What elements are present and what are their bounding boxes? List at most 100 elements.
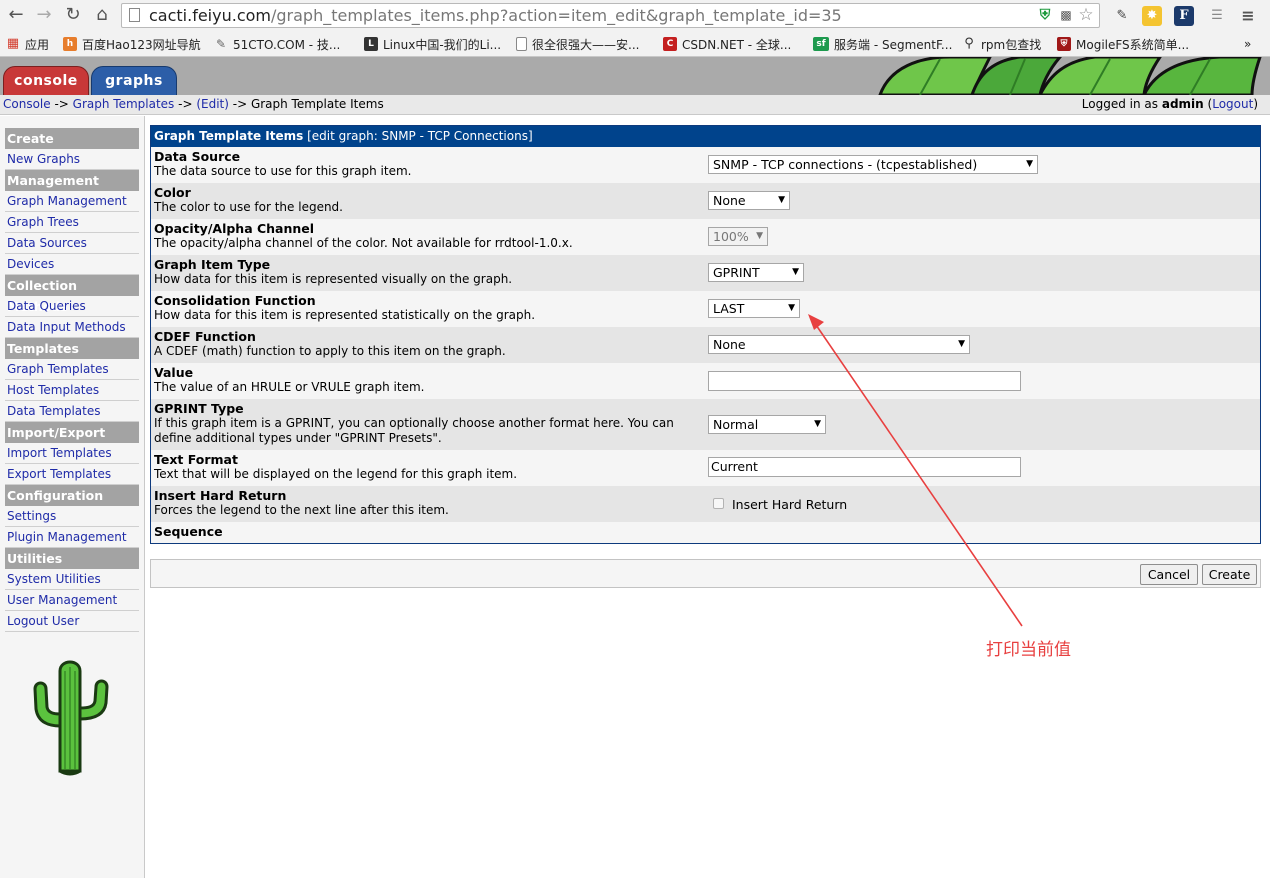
opacity-select[interactable]: 100% ▼ <box>708 227 768 246</box>
dropdown-arrow-icon: ▼ <box>814 419 821 429</box>
sidebar-item-data-input-methods[interactable]: Data Input Methods <box>5 317 139 338</box>
row-consolidation-function: Consolidation Function How data for this… <box>151 291 1260 327</box>
sidebar-item-graph-management[interactable]: Graph Management <box>5 191 139 212</box>
forward-icon[interactable]: → <box>32 4 56 26</box>
sidebar-item-logout-user[interactable]: Logout User <box>5 611 139 632</box>
data-source-select[interactable]: SNMP - TCP connections - (tcpestablished… <box>708 155 1038 174</box>
field-description: The value of an HRULE or VRULE graph ite… <box>154 380 425 394</box>
sidebar-item-export-templates[interactable]: Export Templates <box>5 464 139 485</box>
translate-extension-icon[interactable]: ☰ <box>1206 5 1228 27</box>
text-format-input[interactable]: Current <box>708 457 1021 477</box>
bookmark-mogilefs[interactable]: ⛨ MogileFS系统简单... <box>1057 34 1189 54</box>
field-label: CDEF Function <box>154 329 256 344</box>
field-description: The color to use for the legend. <box>154 200 343 214</box>
select-value: None <box>713 337 746 352</box>
sidebar-item-user-management[interactable]: User Management <box>5 590 139 611</box>
wrench-extension-icon[interactable]: ✎ <box>1111 5 1133 27</box>
field-label: GPRINT Type <box>154 401 244 416</box>
sun-extension-icon[interactable]: ✸ <box>1142 6 1162 26</box>
field-description: The data source to use for this graph it… <box>154 164 412 178</box>
page-icon <box>516 37 527 51</box>
row-graph-item-type: Graph Item Type How data for this item i… <box>151 255 1260 291</box>
shield-icon: ⛨ <box>1057 37 1071 51</box>
bookmark-label: MogileFS系统简单... <box>1076 37 1190 52</box>
cactus-header-art <box>860 57 1270 95</box>
bookmark-linuxcn[interactable]: L Linux中国-我们的Li... <box>364 34 501 54</box>
form-title: Graph Template Items <box>154 129 304 143</box>
reload-icon[interactable]: ↻ <box>61 4 85 26</box>
login-info: Logged in as admin (Logout) <box>1081 97 1258 111</box>
menu-section-import-export: Import/Export <box>5 422 139 443</box>
sidebar-item-graph-trees[interactable]: Graph Trees <box>5 212 139 233</box>
row-value: Value The value of an HRULE or VRULE gra… <box>151 363 1260 399</box>
select-value: Normal <box>713 417 759 432</box>
bookmark-label: 应用 <box>25 37 50 52</box>
breadcrumb-graph-templates-link[interactable]: Graph Templates <box>73 97 175 111</box>
create-button[interactable]: Create <box>1202 564 1257 585</box>
bookmark-hao123[interactable]: h 百度Hao123网址导航 <box>63 34 201 54</box>
sidebar-item-new-graphs[interactable]: New Graphs <box>5 149 139 170</box>
tab-console[interactable]: console <box>3 66 89 95</box>
translate-icon[interactable]: ▩ <box>1057 6 1075 24</box>
sidebar-item-graph-templates[interactable]: Graph Templates <box>5 359 139 380</box>
bookmark-51cto[interactable]: ✎ 51CTO.COM - 技... <box>214 34 340 54</box>
menu-icon[interactable]: ≡ <box>1237 5 1259 27</box>
cdef-function-select[interactable]: None ▼ <box>708 335 970 354</box>
sidebar-item-plugin-management[interactable]: Plugin Management <box>5 527 139 548</box>
bookmark-csdn[interactable]: C CSDN.NET - 全球... <box>663 34 791 54</box>
bookmark-rpm[interactable]: ⚲ rpm包查找 <box>962 34 1041 54</box>
menu-section-management: Management <box>5 170 139 191</box>
annotation-label: 打印当前值 <box>986 640 1071 660</box>
field-description: A CDEF (math) function to apply to this … <box>154 344 506 358</box>
breadcrumb-current: Graph Template Items <box>250 97 384 111</box>
sidebar-item-settings[interactable]: Settings <box>5 506 139 527</box>
bookmark-page[interactable]: 很全很强大——安... <box>516 34 639 54</box>
breadcrumb-console-link[interactable]: Console <box>3 97 51 111</box>
sidebar-item-data-templates[interactable]: Data Templates <box>5 401 139 422</box>
row-data-source: Data Source The data source to use for t… <box>151 147 1260 183</box>
back-icon[interactable]: ← <box>4 4 28 26</box>
bookmarks-bar: ▦ 应用 h 百度Hao123网址导航 ✎ 51CTO.COM - 技... L… <box>0 32 1270 56</box>
bookmark-star-icon[interactable]: ☆ <box>1077 6 1095 24</box>
consolidation-function-select[interactable]: LAST ▼ <box>708 299 800 318</box>
sidebar-item-data-queries[interactable]: Data Queries <box>5 296 139 317</box>
breadcrumb-bar: Console -> Graph Templates -> (Edit) -> … <box>0 95 1270 115</box>
field-label: Insert Hard Return <box>154 488 287 503</box>
graph-item-type-select[interactable]: GPRINT ▼ <box>708 263 804 282</box>
sidebar-item-import-templates[interactable]: Import Templates <box>5 443 139 464</box>
row-cdef-function: CDEF Function A CDEF (math) function to … <box>151 327 1260 363</box>
color-select[interactable]: None ▼ <box>708 191 790 210</box>
sidebar-item-system-utilities[interactable]: System Utilities <box>5 569 139 590</box>
bookmarks-overflow-button[interactable]: » <box>1244 34 1251 54</box>
select-value: LAST <box>713 301 745 316</box>
linuxcn-icon: L <box>364 37 378 51</box>
bookmark-apps[interactable]: ▦ 应用 <box>6 34 49 54</box>
select-value: GPRINT <box>713 265 760 280</box>
insert-hard-return-checkbox[interactable] <box>713 498 724 509</box>
bookmark-label: rpm包查找 <box>981 37 1042 52</box>
address-bar[interactable]: cacti.feiyu.com/graph_templates_items.ph… <box>121 3 1100 28</box>
f-extension-icon[interactable]: F <box>1174 6 1194 26</box>
sidebar-item-host-templates[interactable]: Host Templates <box>5 380 139 401</box>
form-title-bar: Graph Template Items [edit graph: SNMP -… <box>151 126 1260 147</box>
form-action-bar: Cancel Create <box>150 559 1261 588</box>
cancel-button[interactable]: Cancel <box>1140 564 1198 585</box>
value-input[interactable] <box>708 371 1021 391</box>
row-text-format: Text Format Text that will be displayed … <box>151 450 1260 486</box>
sidebar-item-devices[interactable]: Devices <box>5 254 139 275</box>
home-icon[interactable]: ⌂ <box>90 4 114 26</box>
gprint-type-select[interactable]: Normal ▼ <box>708 415 826 434</box>
tab-graphs[interactable]: graphs <box>91 66 177 95</box>
login-prefix: Logged in as <box>1081 97 1162 111</box>
logout-link[interactable]: Logout <box>1212 97 1253 111</box>
row-opacity: Opacity/Alpha Channel The opacity/alpha … <box>151 219 1260 255</box>
breadcrumb: Console -> Graph Templates -> (Edit) -> … <box>3 97 384 111</box>
select-value: None <box>713 193 746 208</box>
bookmark-segmentfault[interactable]: sf 服务端 - SegmentF... <box>813 34 952 54</box>
sidebar-item-data-sources[interactable]: Data Sources <box>5 233 139 254</box>
apps-grid-icon: ▦ <box>6 36 20 51</box>
dropdown-arrow-icon: ▼ <box>1026 159 1033 169</box>
pin-icon: ✎ <box>215 37 227 51</box>
breadcrumb-edit-link[interactable]: (Edit) <box>196 97 229 111</box>
shield-extension-icon[interactable]: ⛨ <box>1036 6 1054 24</box>
